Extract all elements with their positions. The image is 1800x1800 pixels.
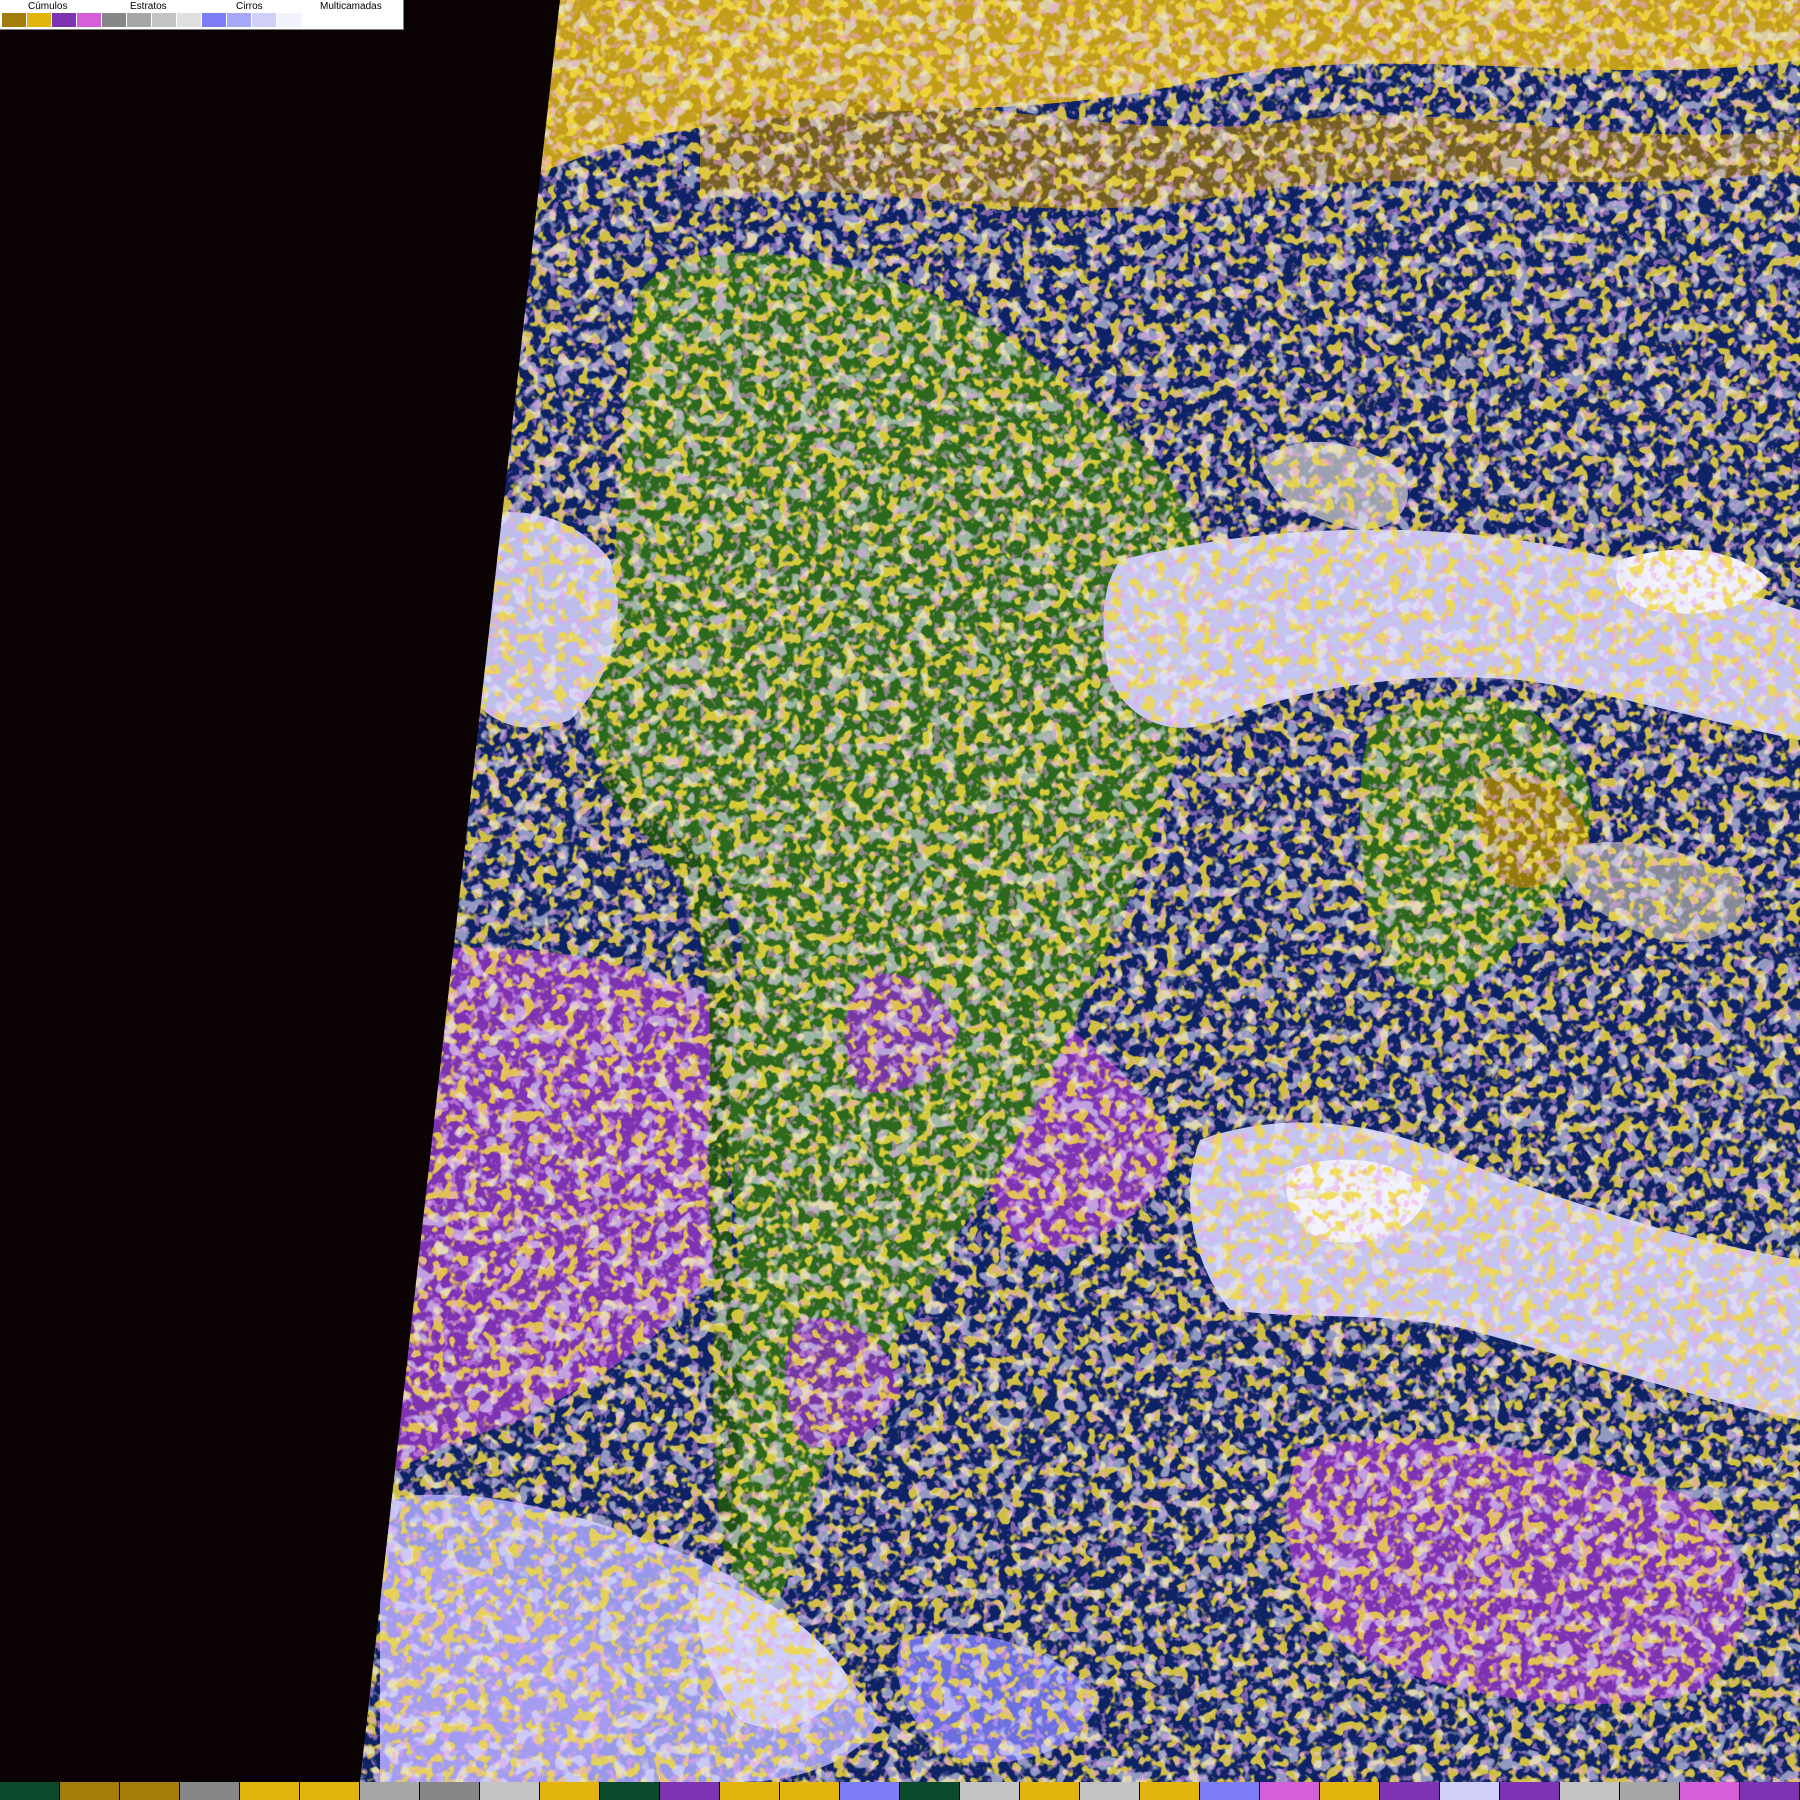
strip-cell <box>660 1782 720 1800</box>
cloud-type-legend: Cúmulos Estratos Cirros Multicamadas <box>0 0 404 30</box>
legend-swatch <box>277 13 302 27</box>
strip-cell <box>1740 1782 1800 1800</box>
legend-swatch <box>252 13 277 27</box>
legend-swatch <box>77 13 102 27</box>
strip-cell <box>1260 1782 1320 1800</box>
legend-swatch <box>2 13 27 27</box>
strip-cell <box>1560 1782 1620 1800</box>
strip-cell <box>840 1782 900 1800</box>
legend-label-cirrus: Cirros <box>236 1 263 12</box>
legend-swatch <box>152 13 177 27</box>
legend-swatch <box>102 13 127 27</box>
strip-cell <box>960 1782 1020 1800</box>
legend-swatch <box>227 13 252 27</box>
strip-cell <box>720 1782 780 1800</box>
strip-cell <box>1620 1782 1680 1800</box>
strip-cell <box>420 1782 480 1800</box>
legend-swatch <box>177 13 202 27</box>
legend-label-stratus: Estratos <box>130 1 167 12</box>
strip-cell <box>480 1782 540 1800</box>
legend-label-cumulus: Cúmulos <box>28 1 68 12</box>
strip-cell <box>180 1782 240 1800</box>
strip-cell <box>1500 1782 1560 1800</box>
strip-cell <box>1080 1782 1140 1800</box>
strip-cell <box>900 1782 960 1800</box>
strip-cell <box>780 1782 840 1800</box>
strip-cell <box>60 1782 120 1800</box>
legend-label-multilayer: Multicamadas <box>320 1 382 12</box>
strip-cell <box>360 1782 420 1800</box>
strip-cell <box>1140 1782 1200 1800</box>
strip-cell <box>1200 1782 1260 1800</box>
strip-cell <box>240 1782 300 1800</box>
strip-cell <box>0 1782 60 1800</box>
legend-swatch <box>202 13 227 27</box>
legend-swatch <box>27 13 52 27</box>
strip-cell <box>600 1782 660 1800</box>
strip-cell <box>1380 1782 1440 1800</box>
strip-cell <box>120 1782 180 1800</box>
strip-cell <box>300 1782 360 1800</box>
satellite-image <box>0 0 1800 1800</box>
legend-swatch <box>52 13 77 27</box>
legend-swatch <box>127 13 152 27</box>
strip-cell <box>1440 1782 1500 1800</box>
satellite-cloud-classification-map: Cúmulos Estratos Cirros Multicamadas <box>0 0 1800 1800</box>
strip-cell <box>1680 1782 1740 1800</box>
legend-swatches <box>2 13 302 27</box>
strip-cell <box>1020 1782 1080 1800</box>
strip-cell <box>1320 1782 1380 1800</box>
bottom-color-strip <box>0 1782 1800 1800</box>
strip-cell <box>540 1782 600 1800</box>
